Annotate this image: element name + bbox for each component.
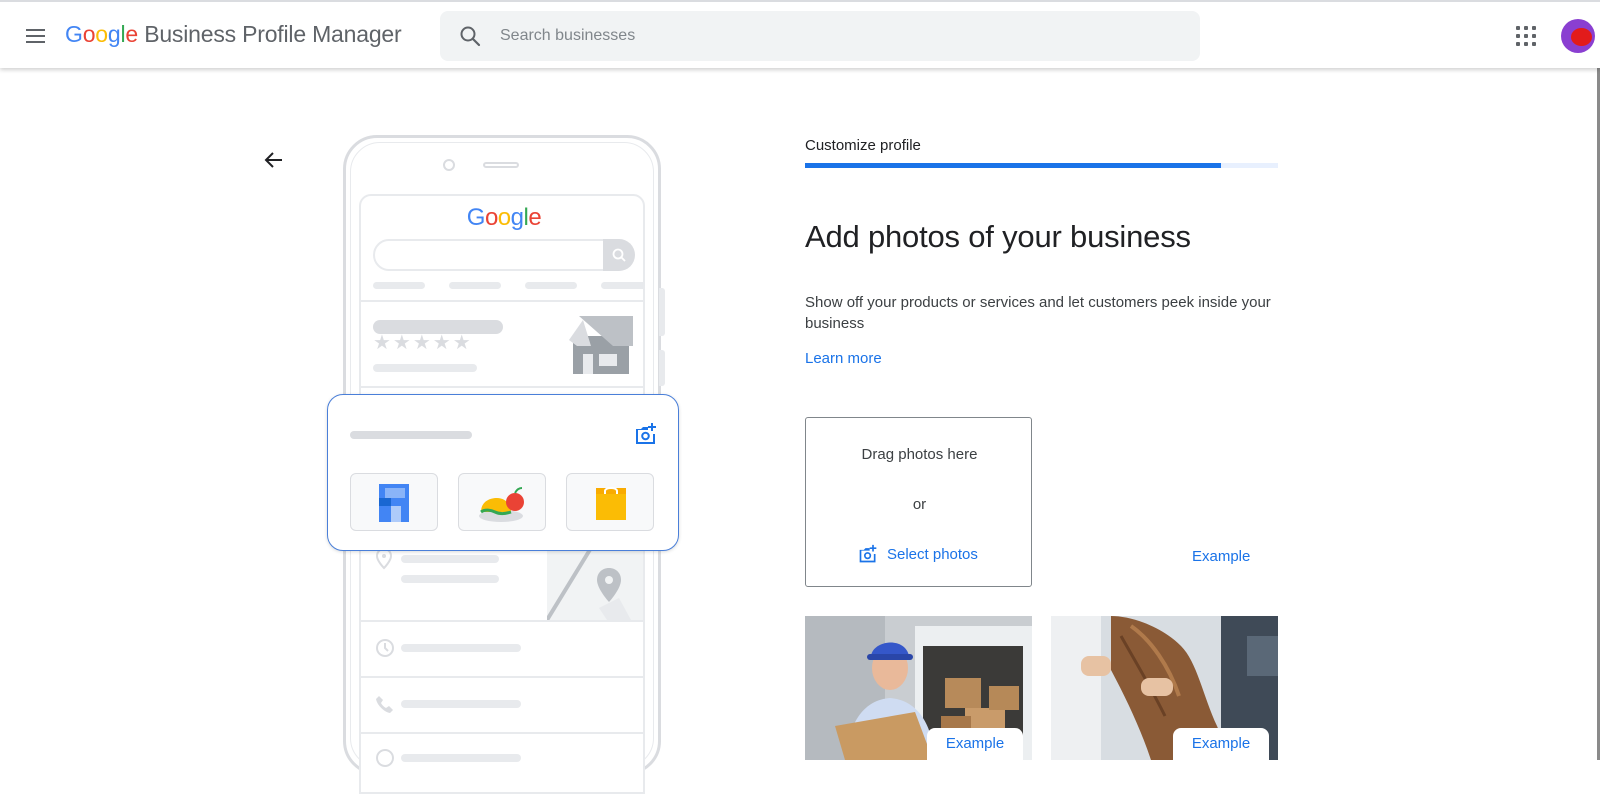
apps-grid-icon[interactable] xyxy=(1514,24,1538,48)
phone-speaker xyxy=(483,162,519,168)
map-pin-icon xyxy=(545,546,631,622)
logo-letter: G xyxy=(466,204,486,231)
photo-upload-card-illustration xyxy=(327,394,679,551)
brand-product-name: Business Profile Manager xyxy=(144,21,402,47)
logo-letter: o xyxy=(484,204,498,231)
add-photo-icon xyxy=(859,544,877,563)
mini-google-logo: Google xyxy=(361,204,643,232)
brand-letter: e xyxy=(125,21,138,47)
divider xyxy=(361,386,643,388)
placeholder-bar xyxy=(373,282,425,289)
building-icon xyxy=(379,484,409,522)
placeholder-bar xyxy=(401,575,499,583)
divider xyxy=(361,620,643,622)
location-pin-icon xyxy=(375,548,393,570)
divider xyxy=(361,732,643,734)
example-link[interactable]: Example xyxy=(1192,548,1250,565)
placeholder-bar xyxy=(373,364,477,372)
placeholder-bar xyxy=(525,282,577,289)
step-progress-fill xyxy=(805,163,1222,168)
learn-more-link[interactable]: Learn more xyxy=(805,350,882,367)
app-brand[interactable]: Google Business Profile Manager xyxy=(65,21,402,48)
example-photo-delivery: Example xyxy=(805,616,1032,760)
photo-dropzone[interactable]: Drag photos here or Select photos xyxy=(805,417,1032,587)
brand-letter: G xyxy=(65,21,83,47)
mini-search-button xyxy=(603,239,635,271)
product-photo-tile xyxy=(566,473,654,531)
example-chip[interactable]: Example xyxy=(1173,728,1269,760)
step-label: Customize profile xyxy=(805,137,921,154)
brand-letter: o xyxy=(95,21,108,47)
clock-icon xyxy=(376,639,394,657)
food-photo-tile xyxy=(458,473,546,531)
mini-search-field xyxy=(373,239,633,271)
search-input[interactable] xyxy=(500,11,1180,61)
phone-side-button xyxy=(659,288,665,336)
placeholder-bar xyxy=(401,754,521,762)
select-photos-button[interactable]: Select photos xyxy=(858,544,978,564)
account-avatar[interactable] xyxy=(1561,19,1595,53)
food-icon xyxy=(479,487,524,522)
phone-side-button xyxy=(659,350,665,386)
logo-letter: g xyxy=(510,204,524,231)
drag-photos-text: Drag photos here xyxy=(861,446,978,463)
placeholder-bar xyxy=(401,555,499,563)
phone-icon xyxy=(376,696,393,713)
logo-letter: e xyxy=(528,204,542,231)
divider xyxy=(361,300,643,302)
search-icon[interactable] xyxy=(458,24,482,48)
top-app-bar: Google Business Profile Manager xyxy=(0,0,1600,68)
divider xyxy=(361,676,643,678)
placeholder-bar xyxy=(601,282,643,289)
add-photo-icon xyxy=(636,423,656,444)
brand-letter: o xyxy=(82,21,96,47)
step-progress-bar xyxy=(805,163,1278,168)
map-thumbnail xyxy=(545,546,643,622)
back-arrow-icon[interactable] xyxy=(262,148,286,172)
example-photo-salon: Example xyxy=(1051,616,1278,760)
search-bar[interactable] xyxy=(440,11,1200,61)
phone-camera xyxy=(443,159,455,171)
page-description: Show off your products or services and l… xyxy=(805,294,1271,332)
brand-letter: g xyxy=(107,21,121,47)
placeholder-bar xyxy=(401,700,521,708)
placeholder-bar xyxy=(449,282,501,289)
example-chip[interactable]: Example xyxy=(927,728,1023,760)
hamburger-menu-icon[interactable] xyxy=(22,22,50,50)
placeholder-bar xyxy=(401,644,521,652)
shopping-bag-icon xyxy=(596,487,626,520)
storefront-icon xyxy=(569,316,633,374)
logo-letter: o xyxy=(497,204,511,231)
search-icon xyxy=(612,248,626,262)
storefront-photo-tile xyxy=(350,473,438,531)
select-photos-label: Select photos xyxy=(887,545,978,563)
placeholder-bar xyxy=(350,431,472,439)
rating-stars-icon: ★★★★★ xyxy=(373,332,473,354)
page-title: Add photos of your business xyxy=(805,219,1191,254)
globe-icon xyxy=(376,749,394,767)
or-text: or xyxy=(912,496,927,513)
